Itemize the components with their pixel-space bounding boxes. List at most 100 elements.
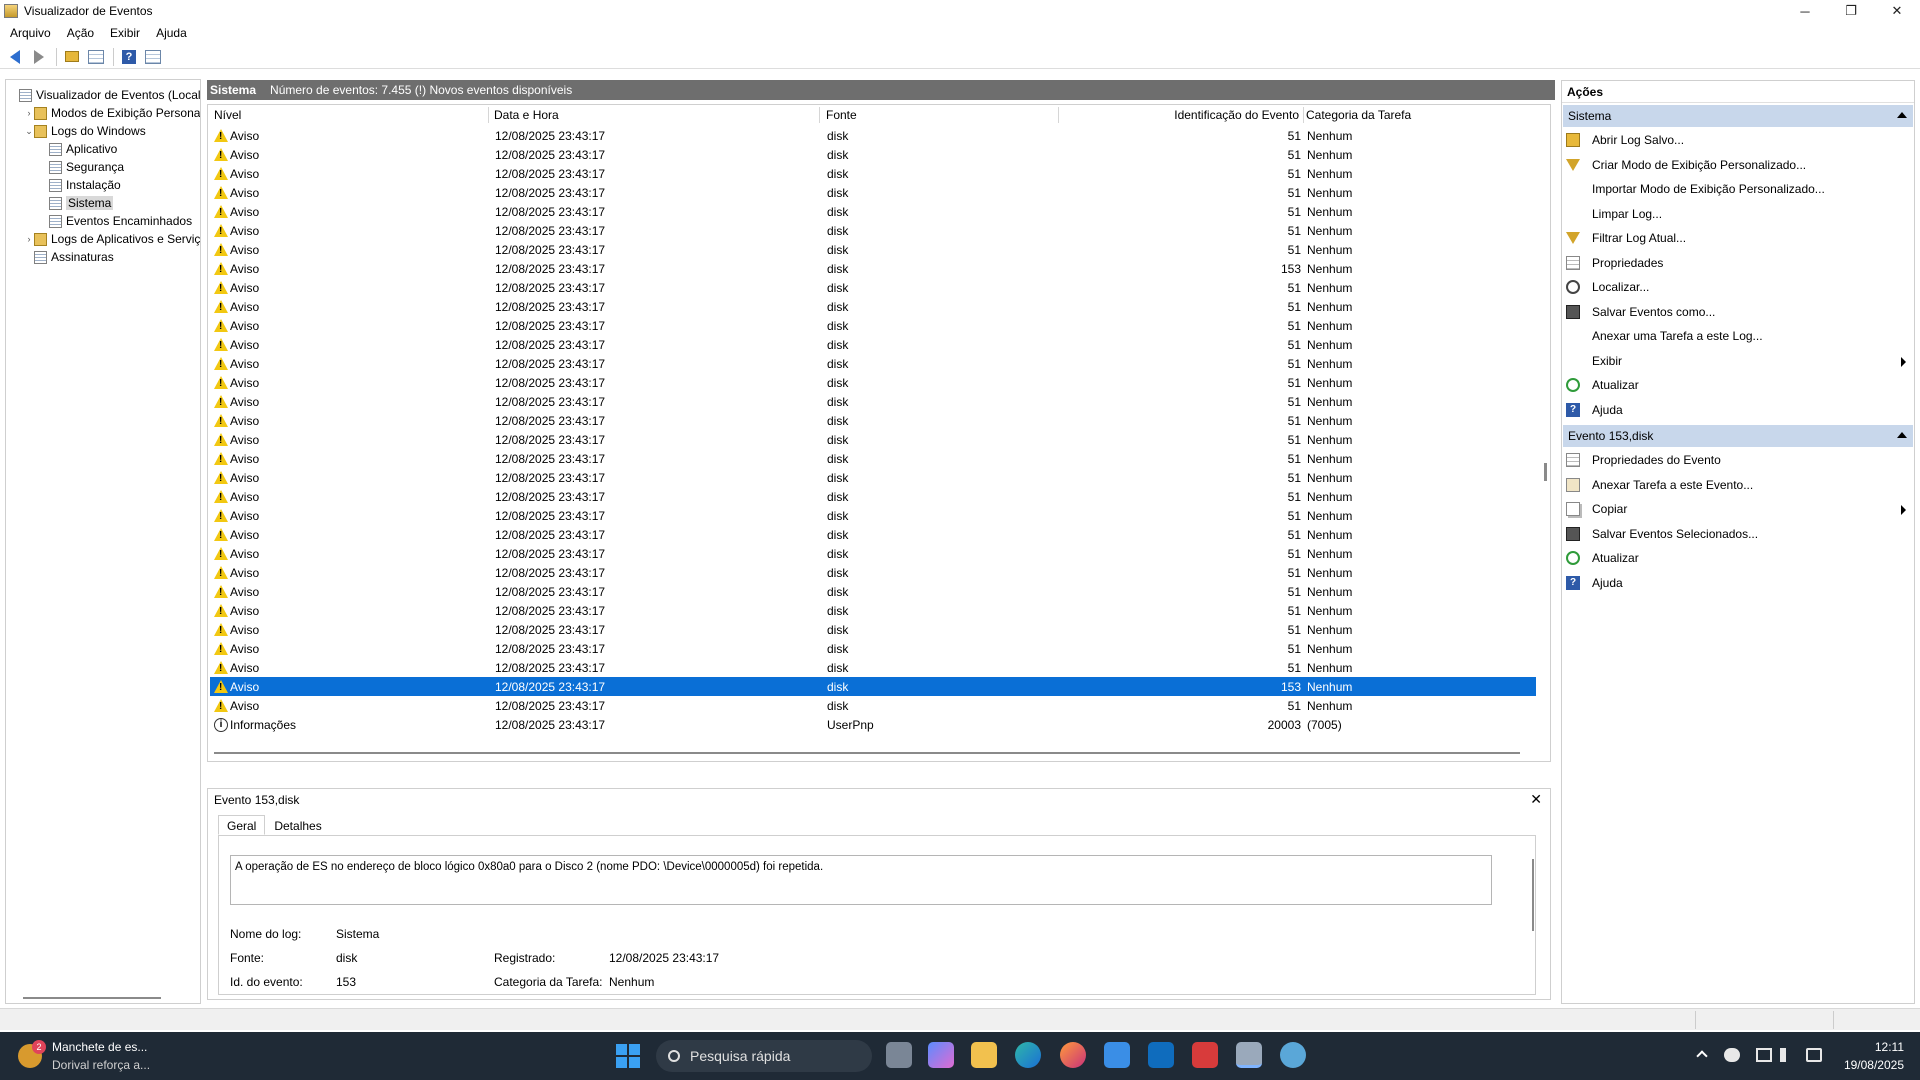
tree-item[interactable]: › Modos de Exibição Personali — [24, 104, 201, 122]
event-row[interactable]: Aviso 12/08/2025 23:43:17 disk 51 Nenhum — [210, 582, 1536, 601]
event-row[interactable]: i Informações 12/08/2025 23:43:17 UserPnp 20… — [210, 715, 1536, 734]
event-row[interactable]: Aviso 12/08/2025 23:43:17 disk 153 Nenhum — [210, 259, 1536, 278]
event-row[interactable]: Aviso 12/08/2025 23:43:17 disk 51 Nenhum — [210, 354, 1536, 373]
event-row[interactable]: Aviso 12/08/2025 23:43:17 disk 51 Nenhum — [210, 696, 1536, 715]
event-row[interactable]: Aviso 12/08/2025 23:43:17 disk 51 Nenhum — [210, 601, 1536, 620]
event-row[interactable]: Aviso 12/08/2025 23:43:17 disk 51 Nenhum — [210, 639, 1536, 658]
action-item[interactable]: Localizar... — [1566, 277, 1912, 297]
tab-detalhes[interactable]: Detalhes — [265, 815, 330, 835]
actions-section-event[interactable]: Evento 153,disk — [1563, 425, 1913, 447]
tree-item[interactable]: Assinaturas — [24, 248, 114, 266]
column-header-source[interactable]: Fonte — [826, 105, 857, 125]
back-button[interactable] — [4, 47, 26, 67]
column-separator[interactable] — [488, 107, 489, 123]
column-separator[interactable] — [1058, 107, 1059, 123]
tab-geral[interactable]: Geral — [218, 815, 266, 835]
volume-icon[interactable] — [1780, 1048, 1796, 1062]
forward-button[interactable] — [28, 47, 50, 67]
battery-icon[interactable] — [1806, 1048, 1822, 1062]
action-item[interactable]: ? Ajuda — [1566, 573, 1912, 593]
show-hide-tree-button[interactable] — [85, 47, 107, 67]
action-item[interactable]: Atualizar — [1566, 375, 1912, 395]
event-row[interactable]: Aviso 12/08/2025 23:43:17 disk 51 Nenhum — [210, 145, 1536, 164]
details-close-icon[interactable]: ✕ — [1530, 791, 1542, 808]
edge-icon[interactable] — [1015, 1042, 1041, 1068]
firefox-icon[interactable] — [1060, 1042, 1086, 1068]
tree-item[interactable]: Visualizador de Eventos (Local) — [9, 86, 200, 104]
event-row[interactable]: Aviso 12/08/2025 23:43:17 disk 51 Nenhum — [210, 620, 1536, 639]
menu-acao[interactable]: Ação — [67, 26, 94, 40]
outlook-icon[interactable] — [1148, 1042, 1174, 1068]
file-explorer-icon[interactable] — [971, 1042, 997, 1068]
action-item[interactable]: ? Ajuda — [1566, 400, 1912, 420]
actions-section-sistema[interactable]: Sistema — [1563, 105, 1913, 127]
event-row[interactable]: Aviso 12/08/2025 23:43:17 disk 51 Nenhum — [210, 126, 1536, 145]
event-row[interactable]: Aviso 12/08/2025 23:43:17 disk 51 Nenhum — [210, 297, 1536, 316]
tree-item[interactable]: Eventos Encaminhados — [39, 212, 192, 230]
action-item[interactable]: Salvar Eventos Selecionados... — [1566, 524, 1912, 544]
tree-item[interactable]: Instalação — [39, 176, 121, 194]
help-button[interactable]: ? — [118, 47, 140, 67]
news-widget[interactable]: 2 Manchete de es... Dorival reforça a... — [18, 1038, 150, 1074]
event-row[interactable]: Aviso 12/08/2025 23:43:17 disk 51 Nenhum — [210, 164, 1536, 183]
tree-item[interactable]: Sistema — [39, 194, 114, 212]
collapse-up-icon[interactable] — [1897, 432, 1907, 438]
onedrive-icon[interactable] — [1724, 1048, 1740, 1062]
event-row[interactable]: Aviso 12/08/2025 23:43:17 disk 51 Nenhum — [210, 563, 1536, 582]
column-separator[interactable] — [1303, 107, 1304, 123]
menu-arquivo[interactable]: Arquivo — [10, 26, 51, 40]
event-row[interactable]: Aviso 12/08/2025 23:43:17 disk 51 Nenhum — [210, 506, 1536, 525]
column-header-level[interactable]: Nível — [214, 105, 241, 125]
action-item[interactable]: Anexar Tarefa a este Evento... — [1566, 475, 1912, 495]
expand-chevron-icon[interactable]: › — [24, 108, 34, 118]
copilot-icon[interactable] — [928, 1042, 954, 1068]
action-item[interactable]: Exibir — [1566, 351, 1912, 371]
start-button[interactable] — [616, 1044, 640, 1068]
filezilla-icon[interactable] — [1192, 1042, 1218, 1068]
expand-chevron-icon[interactable]: ⌄ — [24, 126, 34, 137]
event-row[interactable]: Aviso 12/08/2025 23:43:17 disk 51 Nenhum — [210, 373, 1536, 392]
menu-ajuda[interactable]: Ajuda — [156, 26, 187, 40]
event-list-vertical-scroll-thumb[interactable] — [1544, 463, 1547, 481]
event-row[interactable]: Aviso 12/08/2025 23:43:17 disk 51 Nenhum — [210, 392, 1536, 411]
event-row[interactable]: Aviso 12/08/2025 23:43:17 disk 51 Nenhum — [210, 430, 1536, 449]
event-row[interactable]: Aviso 12/08/2025 23:43:17 disk 51 Nenhum — [210, 240, 1536, 259]
network-app-icon[interactable] — [1280, 1042, 1306, 1068]
action-item[interactable]: Salvar Eventos como... — [1566, 302, 1912, 322]
task-view-icon[interactable] — [886, 1042, 912, 1068]
event-row[interactable]: Aviso 12/08/2025 23:43:17 disk 153 Nenhum — [210, 677, 1536, 696]
action-item[interactable]: Importar Modo de Exibição Personalizado.… — [1566, 179, 1912, 199]
column-header-event-id[interactable]: Identificação do Evento — [1063, 105, 1299, 125]
action-item[interactable]: Propriedades do Evento — [1566, 450, 1912, 470]
store-icon[interactable] — [1104, 1042, 1130, 1068]
taskbar-search[interactable]: Pesquisa rápida — [656, 1040, 872, 1072]
column-header-date[interactable]: Data e Hora — [494, 105, 559, 125]
event-row[interactable]: Aviso 12/08/2025 23:43:17 disk 51 Nenhum — [210, 278, 1536, 297]
show-hide-action-pane-button[interactable] — [142, 47, 164, 67]
action-item[interactable]: Anexar uma Tarefa a este Log... — [1566, 326, 1912, 346]
event-row[interactable]: Aviso 12/08/2025 23:43:17 disk 51 Nenhum — [210, 468, 1536, 487]
expand-chevron-icon[interactable]: › — [24, 234, 34, 244]
minimize-button[interactable]: ─ — [1782, 0, 1828, 22]
event-row[interactable]: Aviso 12/08/2025 23:43:17 disk 51 Nenhum — [210, 525, 1536, 544]
action-item[interactable]: Propriedades — [1566, 253, 1912, 273]
event-message[interactable]: A operação de ES no endereço de bloco ló… — [230, 855, 1492, 905]
action-item[interactable]: Limpar Log... — [1566, 204, 1912, 224]
action-item[interactable]: Criar Modo de Exibição Personalizado... — [1566, 155, 1912, 175]
event-row[interactable]: Aviso 12/08/2025 23:43:17 disk 51 Nenhum — [210, 658, 1536, 677]
tree-horizontal-scrollbar[interactable] — [23, 997, 161, 999]
maximize-button[interactable]: ❐ — [1828, 0, 1874, 22]
event-row[interactable]: Aviso 12/08/2025 23:43:17 disk 51 Nenhum — [210, 335, 1536, 354]
event-row[interactable]: Aviso 12/08/2025 23:43:17 disk 51 Nenhum — [210, 411, 1536, 430]
event-row[interactable]: Aviso 12/08/2025 23:43:17 disk 51 Nenhum — [210, 316, 1536, 335]
event-viewer-taskbar-icon[interactable] — [1236, 1042, 1262, 1068]
column-header-task-category[interactable]: Categoria da Tarefa — [1306, 105, 1411, 125]
action-item[interactable]: Copiar — [1566, 499, 1912, 519]
action-item[interactable]: Abrir Log Salvo... — [1566, 130, 1912, 150]
action-item[interactable]: Filtrar Log Atual... — [1566, 228, 1912, 248]
show-hidden-icons-icon[interactable] — [1694, 1048, 1710, 1062]
event-row[interactable]: Aviso 12/08/2025 23:43:17 disk 51 Nenhum — [210, 183, 1536, 202]
tree-item[interactable]: › Logs de Aplicativos e Serviço — [24, 230, 201, 248]
event-row[interactable]: Aviso 12/08/2025 23:43:17 disk 51 Nenhum — [210, 221, 1536, 240]
event-row[interactable]: Aviso 12/08/2025 23:43:17 disk 51 Nenhum — [210, 544, 1536, 563]
